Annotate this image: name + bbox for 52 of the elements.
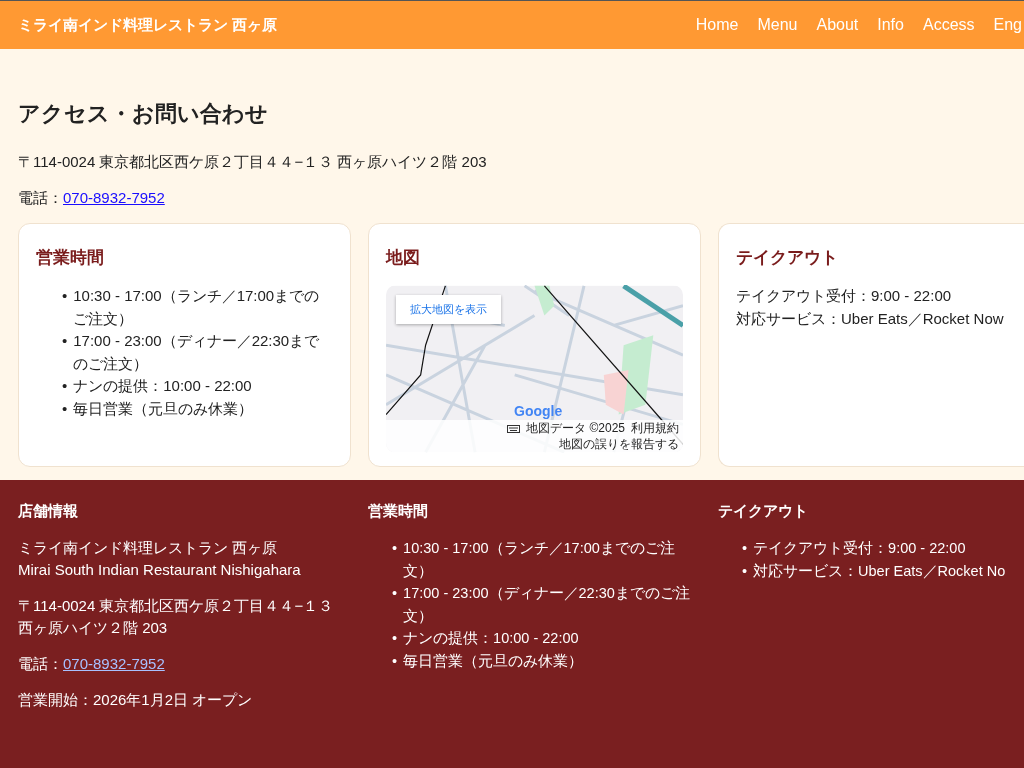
takeout-line: 対応サービス：Uber Eats／Rocket Now: [736, 308, 1005, 329]
footer-list-item: ナンの提供：10:00 - 22:00: [403, 629, 579, 648]
card-title: 地図: [386, 247, 421, 269]
footer-text: 〒114-0024 東京都北区西ケ原２丁目４４−１３: [18, 596, 335, 616]
phone-label: 電話：: [18, 655, 63, 672]
footer-list-item: 17:00 - 23:00（ディナー／22:30までのご注文）: [403, 584, 691, 626]
bullet: •: [392, 584, 398, 603]
page-heading: アクセス・お問い合わせ: [18, 100, 269, 128]
nav-link[interactable]: Info: [877, 16, 904, 34]
footer-text: ミライ南インド料理レストラン 西ヶ原: [18, 538, 279, 558]
map-attribution-link[interactable]: 地図データ ©2025: [526, 421, 625, 436]
hours-item: 17:00 - 23:00（ディナー／22:30までのご注文）: [73, 331, 321, 374]
bullet: •: [392, 629, 398, 648]
footer-text: 西ヶ原ハイツ２階 203: [18, 618, 169, 638]
footer-heading: 営業時間: [368, 502, 429, 521]
hours-item: ナンの提供：10:00 - 22:00: [73, 376, 252, 396]
address-text: 〒114-0024 東京都北区西ケ原２丁目４４−１３ 西ヶ原ハイツ２階 203: [18, 152, 488, 172]
bullet: •: [62, 376, 68, 396]
card-title: テイクアウト: [736, 247, 839, 269]
takeout-line: テイクアウト受付：9:00 - 22:00: [736, 286, 953, 306]
site-title[interactable]: ミライ南インド料理レストラン 西ヶ原: [18, 15, 278, 35]
bullet: •: [392, 651, 398, 671]
footer-heading: 店舗情報: [18, 502, 79, 521]
nav-link[interactable]: Menu: [757, 16, 798, 34]
bullet: •: [742, 561, 748, 581]
footer-text: Mirai South Indian Restaurant Nishigahara: [18, 560, 302, 580]
phone-link[interactable]: 070-8932-7952: [63, 189, 165, 206]
map-logo: Google: [514, 403, 563, 419]
keyboard-icon[interactable]: [507, 424, 521, 433]
bullet: •: [392, 539, 398, 558]
footer-heading: テイクアウト: [718, 502, 809, 521]
nav-link[interactable]: About: [816, 16, 859, 34]
footer-list-item: テイクアウト受付：9:00 - 22:00: [753, 539, 966, 558]
footer-list-item: 10:30 - 17:00（ランチ／17:00までのご注文）: [403, 539, 676, 581]
bullet: •: [62, 331, 68, 351]
map-attribution-link[interactable]: 利用規約: [631, 421, 679, 436]
view-larger-map-button[interactable]: 拡大地図を表示: [396, 295, 501, 324]
bullet: •: [742, 539, 748, 558]
hours-item: 10:30 - 17:00（ランチ／17:00までのご注文）: [73, 286, 321, 329]
nav-link[interactable]: Home: [695, 16, 739, 34]
bullet: •: [62, 398, 68, 419]
phone-label: 電話：: [18, 189, 63, 206]
card-title: 営業時間: [36, 247, 105, 269]
hours-item: 毎日営業（元旦のみ休業）: [73, 398, 254, 419]
footer-list-item: 対応サービス：Uber Eats／Rocket No: [753, 561, 1006, 581]
bullet: •: [62, 286, 68, 306]
footer-text: 営業開始：2026年1月2日 オープン: [18, 690, 254, 710]
map-attribution-link[interactable]: 地図の誤りを報告する: [559, 437, 679, 452]
nav-link[interactable]: Eng: [993, 16, 1022, 34]
footer-list-item: 毎日営業（元旦のみ休業）: [403, 651, 584, 671]
phone-link[interactable]: 070-8932-7952: [63, 655, 165, 672]
nav-link[interactable]: Access: [922, 16, 975, 34]
